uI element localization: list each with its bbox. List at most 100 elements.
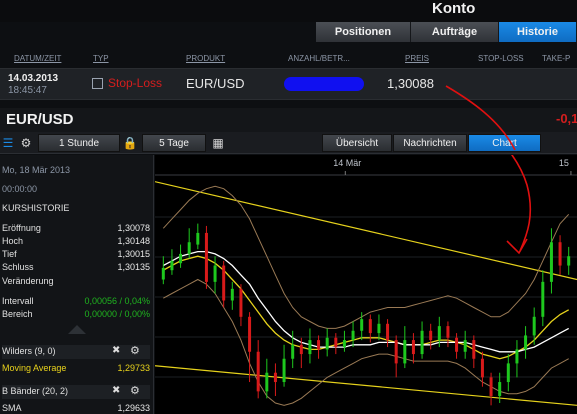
candle-body	[429, 330, 433, 341]
candle-body	[222, 265, 226, 301]
candle-body	[282, 358, 286, 383]
candle-body	[196, 232, 200, 245]
candle-body	[317, 340, 321, 350]
instrument-change: -0,1	[556, 111, 577, 126]
x-tick-label: 15	[559, 158, 569, 168]
candle-body	[541, 281, 545, 317]
range-value: 0,00000 / 0,00%	[84, 309, 150, 319]
ma-label: Moving Average	[2, 363, 67, 373]
candle-body	[334, 337, 338, 348]
range-label: Bereich	[2, 309, 33, 319]
range-select[interactable]: 5 Tage	[142, 134, 206, 152]
panel-interval-row: Intervall 0,00056 / 0,04%	[2, 296, 150, 308]
panel-date-row: Mo, 18 Mär 2013	[2, 165, 150, 177]
tab-auftraege[interactable]: Aufträge	[411, 22, 499, 42]
lock-icon[interactable]: 🔒	[122, 135, 138, 151]
candle-body	[420, 330, 424, 355]
close-label: Schluss	[2, 262, 34, 272]
candle-body	[368, 319, 372, 334]
open-label: Eröffnung	[2, 223, 41, 233]
candle-body	[524, 335, 528, 350]
candle-body	[248, 316, 252, 352]
tab-uebersicht[interactable]: Übersicht	[322, 134, 392, 152]
candle-body	[411, 340, 415, 355]
candle-body	[204, 232, 208, 282]
column-stoploss: STOP-LOSS	[478, 54, 524, 63]
change-label: Veränderung	[2, 276, 54, 286]
panel-close-row: Schluss 1,30135	[2, 262, 150, 274]
trendline	[154, 365, 577, 406]
candle-body	[472, 340, 476, 359]
panel-range-row: Bereich 0,00000 / 0,00%	[2, 309, 150, 321]
account-tabs: Positionen Aufträge Historie	[316, 22, 577, 42]
candle-body	[170, 260, 174, 271]
column-type[interactable]: TYP	[93, 54, 109, 63]
candle-body	[273, 372, 277, 383]
order-type: Stop-Loss	[108, 76, 163, 90]
candle-body	[567, 256, 571, 266]
interval-select[interactable]: 1 Stunde	[38, 134, 120, 152]
candle-body	[446, 326, 450, 338]
open-value: 1,30078	[117, 223, 150, 233]
candle-body	[506, 363, 510, 383]
gear-icon[interactable]: ⚙	[130, 384, 140, 397]
gear-icon[interactable]: ⚙	[130, 344, 140, 357]
panel-history-title: KURSHISTORIE	[2, 203, 70, 213]
panel-sma-row: SMA 1,29633	[2, 403, 150, 414]
candle-body	[299, 344, 303, 355]
candle-body	[187, 242, 191, 254]
low-label: Tief	[2, 249, 17, 259]
candle-body	[291, 344, 295, 359]
candle-body	[161, 267, 165, 280]
candle-body	[256, 351, 260, 392]
column-amount: ANZAHL/BETR...	[288, 54, 350, 63]
order-time: 18:45:47	[8, 85, 47, 96]
account-title: Konto	[432, 0, 476, 17]
panel-bb-row: B Bänder (20, 2) ✖ ⚙	[2, 385, 150, 399]
column-product[interactable]: PRODUKT	[186, 54, 225, 63]
bb-label: B Bänder (20, 2)	[2, 386, 69, 396]
tab-chart[interactable]: Chart	[468, 134, 541, 152]
panel-history-title-row: KURSHISTORIE	[2, 203, 150, 215]
tab-historie[interactable]: Historie	[499, 22, 577, 42]
candle-body	[239, 288, 243, 317]
annotation-arrow-line	[442, 92, 532, 252]
close-icon[interactable]: ✖	[112, 345, 120, 356]
column-date[interactable]: DATUM/ZEIT	[14, 54, 61, 63]
history-row[interactable]: 14.03.2013 18:45:47 Stop-Loss EUR/USD 1,…	[0, 68, 577, 100]
candle-body	[179, 253, 183, 264]
order-price: 1,30088	[387, 76, 434, 91]
panel-time: 00:00:00	[2, 184, 38, 194]
candle-body	[213, 265, 217, 282]
candle-body	[351, 330, 355, 341]
candle-body	[480, 358, 484, 378]
high-value: 1,30148	[117, 236, 150, 246]
calendar-icon[interactable]: ▦	[210, 135, 226, 151]
quote-panel: Mo, 18 Mär 2013 00:00:00 KURSHISTORIE Er…	[0, 155, 154, 414]
gear-icon[interactable]: ⚙	[18, 135, 34, 151]
tab-positionen[interactable]: Positionen	[316, 22, 411, 42]
panel-date: Mo, 18 Mär 2013	[2, 165, 71, 175]
panel-change-row: Veränderung	[2, 276, 150, 288]
candle-body	[549, 242, 553, 282]
candle-body	[403, 340, 407, 364]
candle-body	[515, 349, 519, 364]
column-price[interactable]: PREIS	[405, 54, 429, 63]
interval-value: 0,00056 / 0,04%	[84, 296, 150, 306]
account-header: Konto	[0, 0, 577, 22]
candle-body	[558, 242, 562, 266]
wilders-label: Wilders (9, 0)	[2, 346, 56, 356]
list-icon[interactable]: ☰	[0, 135, 16, 151]
candle-body	[325, 337, 329, 350]
panel-time-row: 00:00:00	[2, 184, 150, 196]
sma-label: SMA	[2, 403, 22, 413]
panel-wilders-row: Wilders (9, 0) ✖ ⚙	[2, 345, 150, 359]
collapse-chevron-icon[interactable]	[68, 325, 86, 334]
close-icon[interactable]: ✖	[112, 385, 120, 396]
trendline	[154, 181, 577, 281]
candle-body	[532, 316, 536, 336]
price-chart[interactable]: 14 Mär 15	[154, 92, 577, 414]
candle-body	[489, 377, 493, 397]
candle-body	[455, 337, 459, 352]
tab-nachrichten[interactable]: Nachrichten	[393, 134, 467, 152]
